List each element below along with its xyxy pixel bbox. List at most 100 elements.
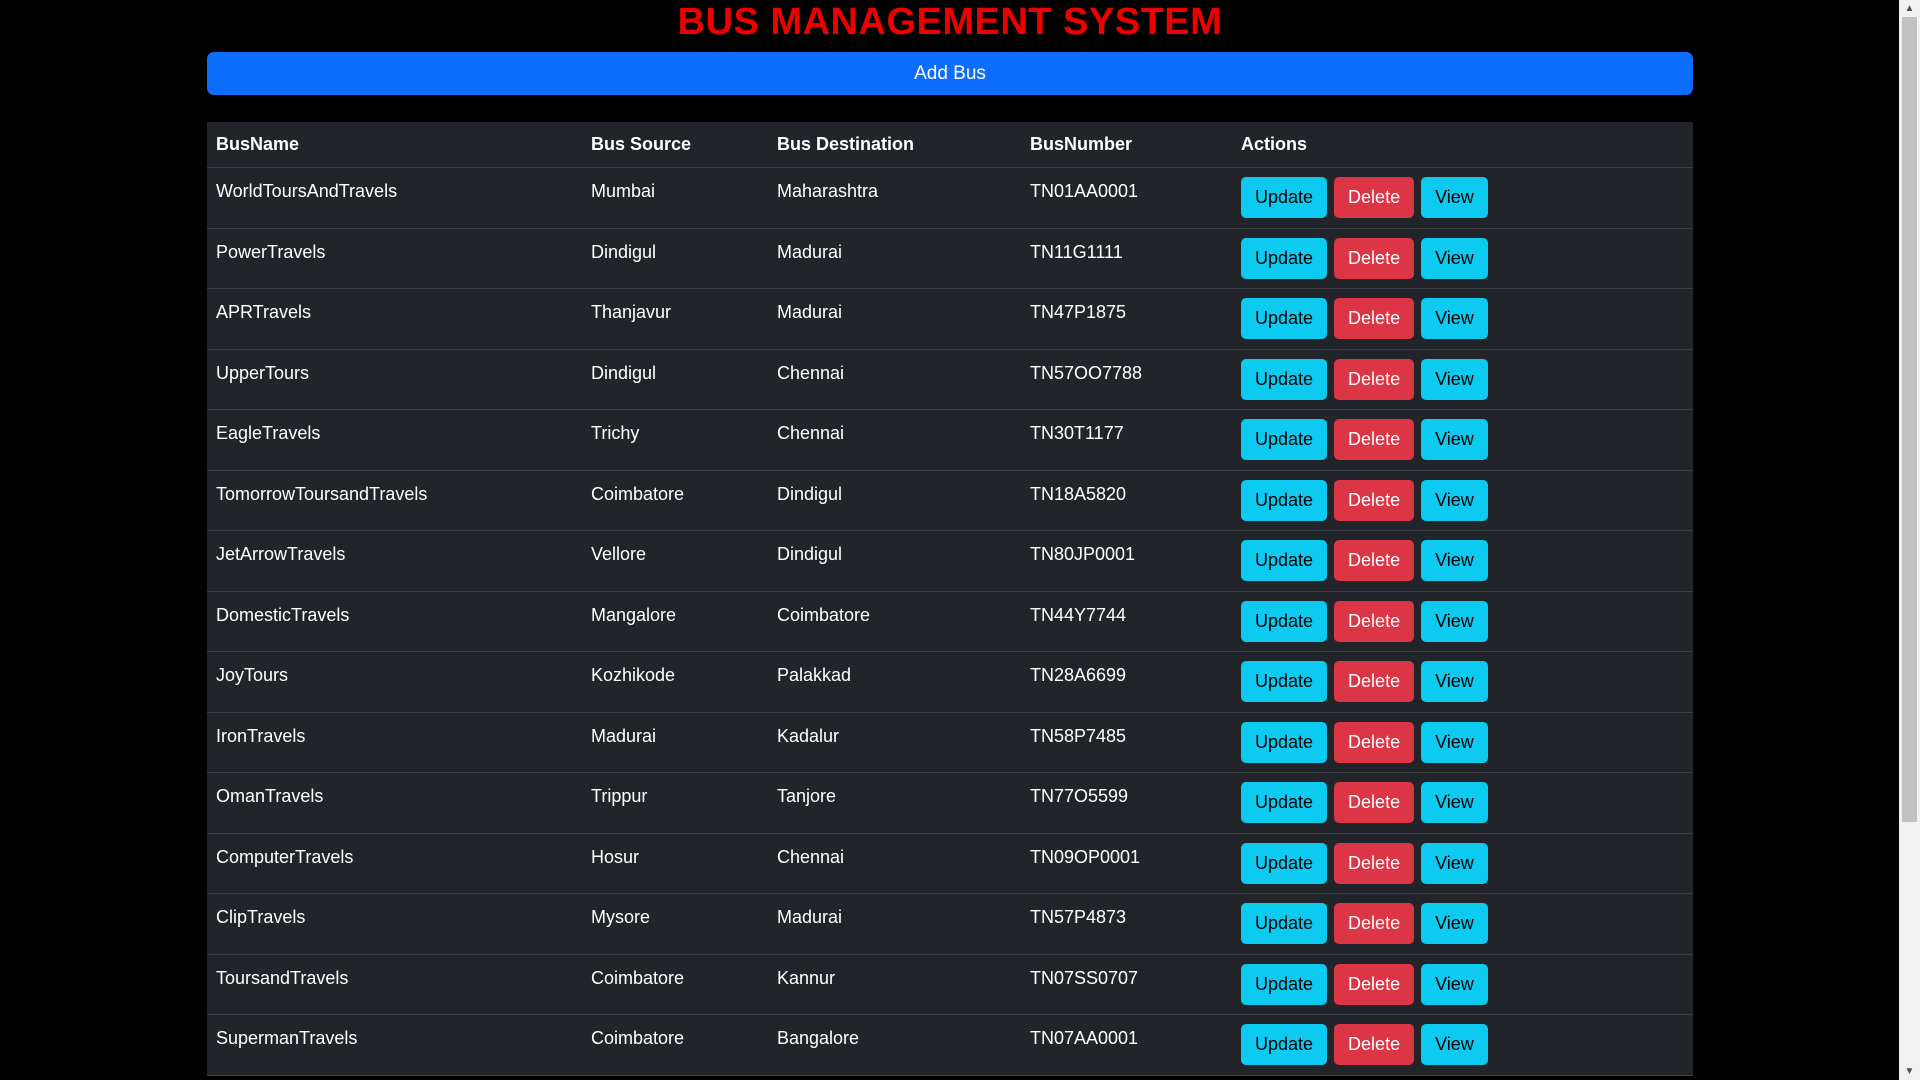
- view-button[interactable]: View: [1421, 1024, 1488, 1065]
- cell-bus-destination-text: Madurai: [777, 241, 843, 262]
- cell-bus-name-text: ToursandTravels: [216, 967, 349, 988]
- delete-button[interactable]: Delete: [1334, 540, 1415, 581]
- view-button[interactable]: View: [1421, 661, 1488, 702]
- cell-bus-number-text: TN28A6699: [1030, 665, 1127, 685]
- delete-button[interactable]: Delete: [1334, 782, 1415, 823]
- update-button[interactable]: Update: [1241, 782, 1328, 823]
- table-header-row: BusName Bus Source Bus Destination BusNu…: [207, 122, 1693, 168]
- delete-button[interactable]: Delete: [1334, 600, 1415, 642]
- update-button[interactable]: Update: [1241, 358, 1328, 400]
- cell-bus-number: TN07SS0707: [1021, 954, 1232, 1015]
- cell-bus-source: Trippur: [582, 772, 768, 834]
- cell-actions: Update Delete View: [1232, 893, 1693, 955]
- update-button[interactable]: Update: [1241, 600, 1328, 642]
- cell-bus-number-text: TN30T1177: [1030, 423, 1124, 443]
- delete-button[interactable]: Delete: [1334, 358, 1415, 400]
- delete-button[interactable]: Delete: [1334, 479, 1415, 521]
- table-row: JoyTours Kozhikode Palakkad TN28A6699 Update…: [207, 651, 1693, 713]
- cell-bus-source-text: Hosur: [591, 846, 640, 867]
- table-row: APRTravels Thanjavur Madurai TN47P1875 Updat…: [207, 288, 1693, 350]
- view-button[interactable]: View: [1421, 782, 1488, 823]
- cell-bus-number: TN01AA0001: [1021, 167, 1232, 229]
- scroll-down-icon[interactable]: ▼: [1899, 1063, 1920, 1080]
- delete-button[interactable]: Delete: [1334, 963, 1415, 1005]
- cell-bus-destination: Dindigul: [768, 470, 1021, 531]
- cell-bus-source-text: Vellore: [591, 544, 647, 564]
- cell-bus-destination: Tanjore: [768, 772, 1021, 834]
- cell-bus-number-text: TN80JP0001: [1030, 544, 1136, 564]
- cell-bus-number-text: TN47P1875: [1030, 302, 1127, 322]
- scrollbar-thumb[interactable]: [1902, 17, 1917, 822]
- update-button[interactable]: Update: [1241, 177, 1328, 218]
- delete-button[interactable]: Delete: [1334, 903, 1415, 944]
- add-bus-button[interactable]: Add Bus: [207, 52, 1693, 95]
- delete-button[interactable]: Delete: [1334, 721, 1415, 763]
- update-button[interactable]: Update: [1241, 419, 1328, 460]
- table-row: SupermanTravels Coimbatore Bangalore TN07AA…: [207, 1014, 1693, 1076]
- cell-bus-number: TN44Y7744: [1021, 591, 1232, 652]
- cell-bus-destination: Chennai: [768, 833, 1021, 894]
- update-button[interactable]: Update: [1241, 903, 1328, 944]
- table-row: IronTravels Madurai Kadalur TN58P7485 Update…: [207, 712, 1693, 773]
- update-button[interactable]: Update: [1241, 479, 1328, 521]
- delete-button[interactable]: Delete: [1334, 661, 1415, 702]
- view-button[interactable]: View: [1421, 177, 1488, 218]
- cell-bus-name: JetArrowTravels: [207, 530, 582, 592]
- cell-bus-source-text: Coimbatore: [591, 483, 685, 504]
- table-row: WorldToursAndTravels Mumbai Maharashtra TN0…: [207, 167, 1693, 229]
- view-button[interactable]: View: [1421, 721, 1488, 763]
- view-button[interactable]: View: [1421, 963, 1488, 1005]
- cell-actions: Update Delete View: [1232, 833, 1693, 894]
- cell-bus-destination-text: Kadalur: [777, 725, 840, 746]
- cell-bus-source-text: Dindigul: [591, 362, 657, 383]
- view-button[interactable]: View: [1421, 358, 1488, 400]
- update-button[interactable]: Update: [1241, 842, 1328, 884]
- view-button[interactable]: View: [1421, 419, 1488, 460]
- cell-bus-source-text: Thanjavur: [591, 302, 672, 322]
- table-row: UpperTours Dindigul Chennai TN57OO7788 Updat…: [207, 349, 1693, 410]
- cell-bus-name: APRTravels: [207, 288, 582, 350]
- cell-bus-source: Dindigul: [582, 228, 768, 289]
- view-button[interactable]: View: [1421, 903, 1488, 944]
- cell-bus-number: TN57OO7788: [1021, 349, 1232, 410]
- cell-bus-number-text: TN44Y7744: [1030, 604, 1127, 625]
- delete-button[interactable]: Delete: [1334, 237, 1415, 279]
- cell-bus-destination-text: Dindigul: [777, 483, 843, 504]
- delete-button[interactable]: Delete: [1334, 298, 1415, 339]
- update-button[interactable]: Update: [1241, 298, 1328, 339]
- delete-button[interactable]: Delete: [1334, 842, 1415, 884]
- table-row: TomorrowToursandTravels Coimbatore Dindigu…: [207, 470, 1693, 531]
- view-button[interactable]: View: [1421, 479, 1488, 521]
- cell-actions: Update Delete View: [1232, 409, 1693, 471]
- table-row: JetArrowTravels Vellore Dindigul TN80JP0001…: [207, 530, 1693, 592]
- vertical-scrollbar[interactable]: ▲ ▼: [1899, 0, 1920, 1080]
- update-button[interactable]: Update: [1241, 661, 1328, 702]
- cell-bus-source: Mangalore: [582, 591, 768, 652]
- view-button[interactable]: View: [1421, 600, 1488, 642]
- cell-actions: Update Delete View: [1232, 228, 1693, 289]
- view-button[interactable]: View: [1421, 237, 1488, 279]
- cell-bus-destination: Kannur: [768, 954, 1021, 1015]
- cell-bus-name-text: SupermanTravels: [216, 1028, 358, 1048]
- update-button[interactable]: Update: [1241, 963, 1328, 1005]
- cell-bus-destination: Madurai: [768, 893, 1021, 955]
- update-button[interactable]: Update: [1241, 540, 1328, 581]
- view-button[interactable]: View: [1421, 298, 1488, 339]
- delete-button[interactable]: Delete: [1334, 419, 1415, 460]
- delete-button[interactable]: Delete: [1334, 177, 1415, 218]
- cell-bus-name: ToursandTravels: [207, 954, 582, 1015]
- update-button[interactable]: Update: [1241, 1024, 1328, 1065]
- scroll-up-icon[interactable]: ▲: [1899, 0, 1920, 17]
- cell-actions: Update Delete View: [1232, 591, 1693, 652]
- cell-bus-number: TN18A5820: [1021, 470, 1232, 531]
- delete-button[interactable]: Delete: [1334, 1024, 1415, 1065]
- cell-bus-name: SupermanTravels: [207, 1014, 582, 1076]
- update-button[interactable]: Update: [1241, 721, 1328, 763]
- update-button[interactable]: Update: [1241, 237, 1328, 279]
- cell-bus-source-text: Mysore: [591, 907, 651, 927]
- view-button[interactable]: View: [1421, 540, 1488, 581]
- cell-bus-destination-text: Tanjore: [777, 786, 837, 806]
- cell-bus-number: TN28A6699: [1021, 651, 1232, 713]
- cell-bus-number-text: TN07SS0707: [1030, 967, 1139, 988]
- view-button[interactable]: View: [1421, 842, 1488, 884]
